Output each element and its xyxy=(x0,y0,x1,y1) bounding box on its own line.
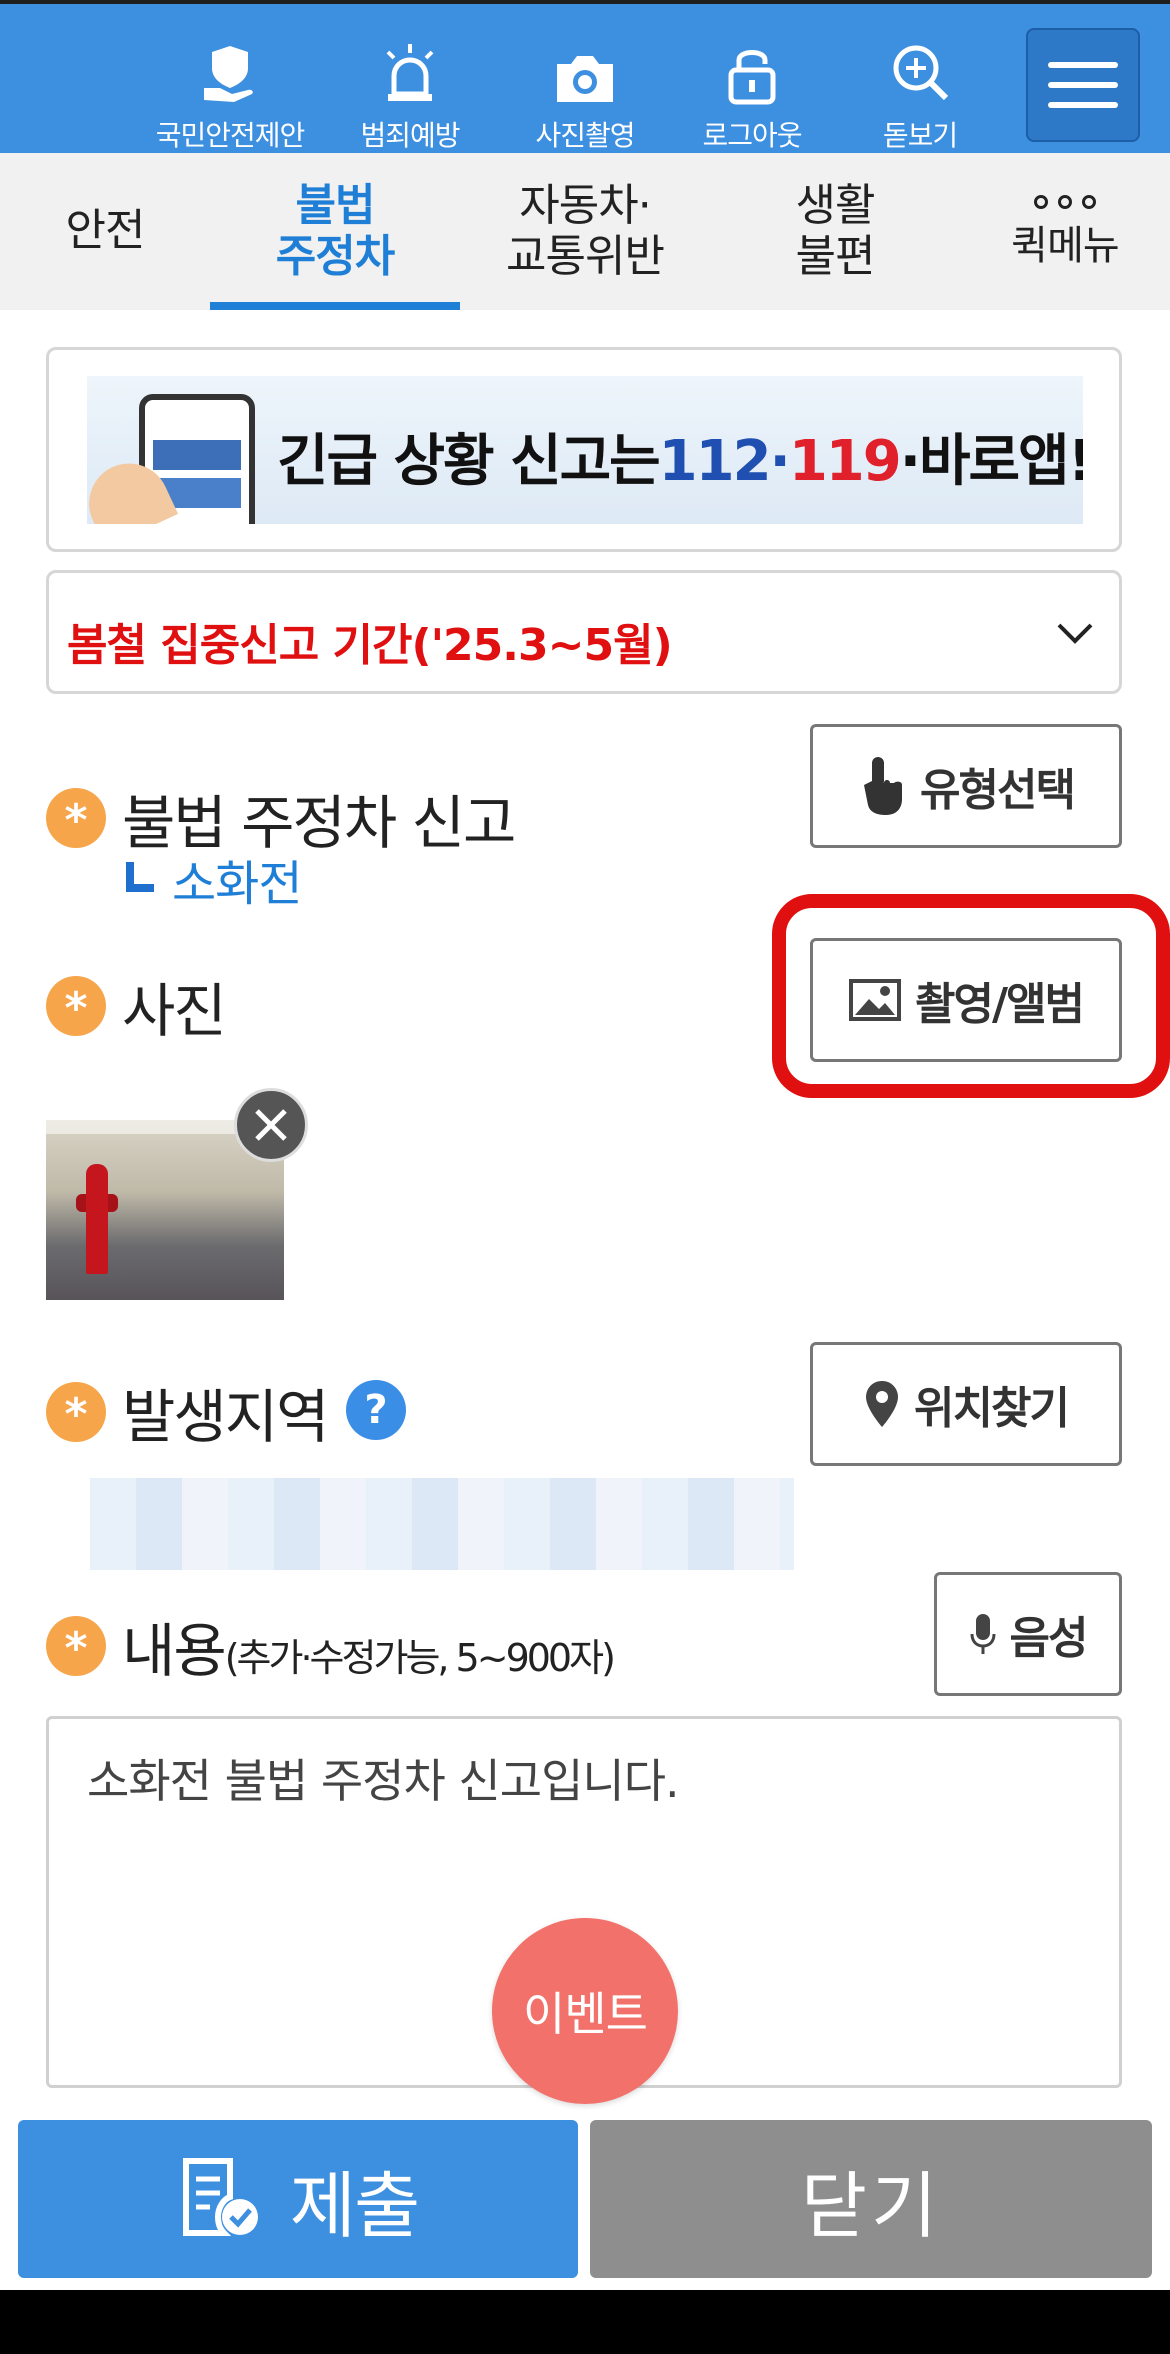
tab-traffic-violation[interactable]: 자동차· 교통위반 xyxy=(460,153,710,310)
tab-label-line2: 주정차 xyxy=(275,230,395,282)
bottom-action-bar: 제출 닫기 xyxy=(0,2110,1170,2290)
location-title: 발생지역 xyxy=(122,1383,329,1451)
more-dots-icon xyxy=(1011,194,1118,209)
hydrant-graphic xyxy=(86,1164,108,1274)
tab-label: 퀵메뉴 xyxy=(1011,222,1119,269)
help-icon[interactable]: ? xyxy=(346,1380,406,1440)
highlight-box xyxy=(772,894,1170,1098)
notice-dropdown[interactable]: 봄철 집중신고 기간('25.3~5월) xyxy=(46,570,1122,694)
category-tabs: 안전 불법 주정차 자동차· 교통위반 생활 불편 퀵메뉴 xyxy=(0,153,1170,310)
nav-label: 로그아웃 xyxy=(702,119,802,152)
magnifier-icon xyxy=(835,34,1005,106)
nav-logout[interactable]: 로그아웃 xyxy=(667,34,837,154)
remove-photo-button[interactable] xyxy=(234,1088,308,1162)
tab-label-line2: 교통위반 xyxy=(506,230,665,282)
address-field-blurred xyxy=(90,1478,794,1570)
nav-label: 사진촬영 xyxy=(535,119,635,152)
type-select-button[interactable]: 유형선택 xyxy=(810,724,1122,848)
tab-label-line1: 자동차· xyxy=(519,179,651,231)
required-icon: * xyxy=(46,1616,106,1676)
system-navigation-bar xyxy=(0,2290,1170,2354)
lock-icon xyxy=(667,34,837,106)
banner-text: 긴급 상황 신고는112·119·바로앱! xyxy=(277,429,1083,494)
nav-magnifier[interactable]: 돋보기 xyxy=(835,34,1005,154)
tab-label-line2: 불편 xyxy=(795,230,876,282)
hamburger-menu-icon[interactable] xyxy=(1026,28,1140,142)
nav-label: 국민안전제안 xyxy=(155,119,306,152)
sub-item-marker-icon xyxy=(126,862,154,892)
type-select-label: 유형선택 xyxy=(920,765,1076,816)
photo-title: 사진 xyxy=(122,977,227,1045)
nav-safety-proposal[interactable]: 국민안전제안 xyxy=(145,34,315,154)
notice-text: 봄철 집중신고 기간('25.3~5월) xyxy=(67,620,673,671)
tab-label-line1: 생활 xyxy=(795,179,876,231)
nav-label: 돋보기 xyxy=(882,119,958,152)
required-icon: * xyxy=(46,1382,106,1442)
document-check-icon xyxy=(182,2158,258,2236)
emergency-banner[interactable]: 긴급 상황 신고는112·119·바로앱! xyxy=(87,376,1083,524)
submit-label: 제출 xyxy=(289,2163,420,2248)
content-title-wrap: 내용(추가·수정가능, 5~900자) xyxy=(122,1604,616,1688)
tab-living-inconvenience[interactable]: 생활 불편 xyxy=(710,153,960,310)
event-button[interactable]: 이벤트 xyxy=(492,1918,678,2104)
banner-container: 긴급 상황 신고는112·119·바로앱! xyxy=(46,347,1122,552)
chevron-down-icon xyxy=(1057,623,1093,644)
tab-label: 안전 xyxy=(65,205,146,257)
safety-proposal-icon xyxy=(145,34,315,106)
tab-quick-menu[interactable]: 퀵메뉴 xyxy=(960,153,1170,310)
voice-input-label: 음성 xyxy=(1009,1613,1089,1664)
microphone-icon xyxy=(970,1614,996,1654)
close-icon xyxy=(255,1109,287,1141)
content-hint: (추가·수정가능, 5~900자) xyxy=(224,1636,616,1680)
submit-button[interactable]: 제출 xyxy=(18,2120,578,2278)
nav-label: 범죄예방 xyxy=(360,119,460,152)
voice-input-button[interactable]: 음성 xyxy=(934,1572,1122,1696)
tab-illegal-parking[interactable]: 불법 주정차 xyxy=(210,153,460,310)
close-button[interactable]: 닫기 xyxy=(590,2120,1152,2278)
siren-icon xyxy=(325,34,495,106)
report-form: 긴급 상황 신고는112·119·바로앱! 봄철 집중신고 기간('25.3~5… xyxy=(0,310,1170,2110)
required-icon: * xyxy=(46,976,106,1036)
content-title: 내용 xyxy=(122,1617,227,1685)
camera-icon xyxy=(500,34,670,106)
find-location-label: 위치찾기 xyxy=(914,1383,1070,1434)
top-nav-bar: 국민안전제안 범죄예방 사진촬영 로그아웃 돋보기 xyxy=(0,0,1170,153)
nav-crime-prevention[interactable]: 범죄예방 xyxy=(325,34,495,154)
required-icon: * xyxy=(46,788,106,848)
find-location-button[interactable]: 위치찾기 xyxy=(810,1342,1122,1466)
tab-label-line1: 불법 xyxy=(295,179,376,231)
finger-tap-icon xyxy=(864,757,903,815)
nav-photo[interactable]: 사진촬영 xyxy=(500,34,670,154)
location-pin-icon xyxy=(866,1381,899,1427)
tab-safety[interactable]: 안전 xyxy=(0,153,210,310)
report-subtype[interactable]: 소화전 xyxy=(172,844,302,914)
